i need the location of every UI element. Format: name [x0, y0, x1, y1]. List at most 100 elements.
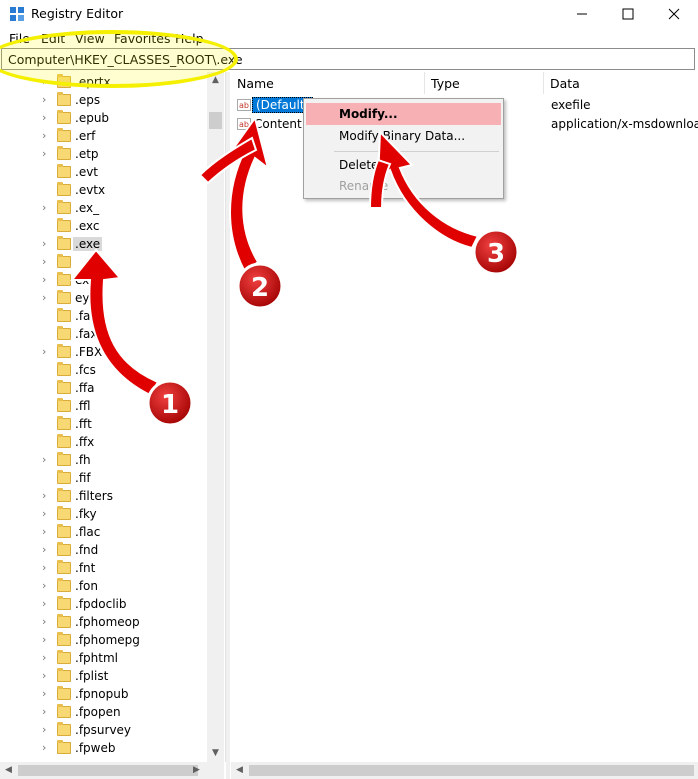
tree-vertical-scrollbar[interactable]: ▲ ▼ — [207, 72, 224, 762]
tree-item[interactable]: .ffx — [0, 433, 208, 451]
chevron-right-icon[interactable]: › — [42, 346, 52, 358]
tree-item[interactable]: › .FBX — [0, 343, 208, 361]
column-header-name[interactable]: Name — [231, 72, 424, 94]
tree-item[interactable]: › .fplist — [0, 667, 208, 685]
chevron-right-icon[interactable]: › — [42, 274, 52, 286]
menu-modify[interactable]: Modify... — [306, 103, 501, 125]
tree-item[interactable]: › .fpnopub — [0, 685, 208, 703]
chevron-right-icon[interactable]: › — [42, 526, 52, 538]
key-tree[interactable]: › .eprtx › .eps › .epub › .erf › .etp .evt .evtx › .e… — [0, 72, 226, 762]
menu-modify-binary-data[interactable]: Modify Binary Data... — [306, 125, 501, 147]
tree-item[interactable]: .exc — [0, 217, 208, 235]
chevron-right-icon[interactable]: › — [42, 652, 52, 664]
chevron-right-icon[interactable]: › — [42, 742, 52, 754]
folder-icon — [57, 362, 71, 376]
tree-item[interactable]: .evtx — [0, 181, 208, 199]
menu-file[interactable]: File — [9, 31, 30, 46]
tree-item[interactable]: .fft — [0, 415, 208, 433]
chevron-right-icon[interactable]: › — [42, 508, 52, 520]
tree-item[interactable]: › .filters — [0, 487, 208, 505]
menu-view[interactable]: View — [75, 31, 105, 46]
tree-item[interactable]: .evt — [0, 163, 208, 181]
scroll-right-icon[interactable]: ▶ — [188, 762, 205, 779]
tree-item[interactable]: › .fh — [0, 451, 208, 469]
scroll-thumb[interactable] — [18, 765, 198, 776]
chevron-right-icon[interactable]: › — [42, 238, 52, 250]
chevron-right-icon[interactable]: › — [42, 616, 52, 628]
maximize-button[interactable] — [605, 0, 651, 28]
chevron-right-icon[interactable]: › — [42, 94, 52, 106]
tree-item[interactable]: › — [0, 253, 208, 271]
tree-item[interactable]: › .eprtx — [0, 73, 208, 91]
folder-icon — [57, 668, 71, 682]
chevron-right-icon[interactable]: › — [42, 490, 52, 502]
chevron-right-icon[interactable]: › — [42, 292, 52, 304]
chevron-right-icon[interactable]: › — [42, 706, 52, 718]
tree-item[interactable]: › .fphtml — [0, 649, 208, 667]
scroll-down-icon[interactable]: ▼ — [207, 745, 224, 762]
menu-help[interactable]: Help — [175, 31, 204, 46]
tree-item[interactable]: › .erf — [0, 127, 208, 145]
tree-item[interactable]: › .ex_ — [0, 199, 208, 217]
tree-item[interactable]: .fif — [0, 469, 208, 487]
chevron-right-icon[interactable]: › — [42, 562, 52, 574]
chevron-right-icon[interactable]: › — [42, 148, 52, 160]
tree-item[interactable]: .ffa — [0, 379, 208, 397]
address-bar[interactable]: Computer\HKEY_CLASSES_ROOT\.exe — [1, 48, 695, 70]
tree-item[interactable]: .faq — [0, 307, 208, 325]
tree-item[interactable]: › .eps — [0, 91, 208, 109]
folder-icon — [57, 740, 71, 754]
scroll-left-icon[interactable]: ◀ — [231, 762, 248, 779]
chevron-right-icon[interactable]: › — [42, 724, 52, 736]
folder-icon — [57, 650, 71, 664]
tree-item[interactable]: › .epub — [0, 109, 208, 127]
chevron-right-icon[interactable]: › — [42, 202, 52, 214]
tree-horizontal-scrollbar[interactable]: ◀ ▶ — [0, 762, 224, 779]
scroll-thumb[interactable] — [249, 765, 694, 776]
chevron-right-icon[interactable]: › — [42, 454, 52, 466]
scroll-left-icon[interactable]: ◀ — [0, 762, 17, 779]
tree-item[interactable]: › .fphomeop — [0, 613, 208, 631]
chevron-right-icon[interactable]: › — [42, 580, 52, 592]
tree-item[interactable]: .fcs — [0, 361, 208, 379]
chevron-right-icon[interactable]: › — [42, 670, 52, 682]
chevron-right-icon[interactable]: › — [42, 598, 52, 610]
list-horizontal-scrollbar[interactable]: ◀ — [231, 762, 698, 779]
scroll-up-icon[interactable]: ▲ — [207, 72, 224, 89]
tree-item[interactable]: › .fpsurvey — [0, 721, 208, 739]
scroll-thumb[interactable] — [209, 112, 222, 129]
chevron-right-icon[interactable]: › — [42, 634, 52, 646]
tree-item[interactable]: › .fnd — [0, 541, 208, 559]
chevron-right-icon[interactable]: › — [42, 688, 52, 700]
tree-item[interactable]: › .fnt — [0, 559, 208, 577]
chevron-right-icon[interactable]: › — [42, 76, 52, 88]
tree-item[interactable]: .ffl — [0, 397, 208, 415]
tree-item-label: .fft — [75, 417, 92, 431]
tree-item[interactable]: .fax — [0, 325, 208, 343]
tree-item[interactable]: › ext — [0, 271, 208, 289]
tree-item[interactable]: › .flac — [0, 523, 208, 541]
tree-item[interactable]: › ey — [0, 289, 208, 307]
tree-item[interactable]: › .fky — [0, 505, 208, 523]
tree-item[interactable]: › .fpopen — [0, 703, 208, 721]
chevron-right-icon[interactable]: › — [42, 112, 52, 124]
tree-item[interactable]: › .fpdoclib — [0, 595, 208, 613]
tree-item[interactable]: › .etp — [0, 145, 208, 163]
menu-favorites[interactable]: Favorites — [114, 31, 170, 46]
menu-edit[interactable]: Edit — [41, 31, 65, 46]
tree-item[interactable]: › .fphomepg — [0, 631, 208, 649]
menu-delete[interactable]: Delete — [306, 154, 501, 176]
column-header-type[interactable]: Type — [425, 72, 543, 94]
minimize-button[interactable] — [559, 0, 605, 28]
tree-item[interactable]: › .exe — [0, 235, 208, 253]
tree-item[interactable]: › .fpweb — [0, 739, 208, 757]
chevron-right-icon[interactable]: › — [42, 544, 52, 556]
tree-item[interactable]: › .fon — [0, 577, 208, 595]
chevron-right-icon[interactable]: › — [42, 256, 52, 268]
tree-item-label: .fphomepg — [75, 633, 140, 647]
pane-splitter[interactable] — [226, 72, 230, 779]
column-header-data[interactable]: Data — [544, 72, 698, 94]
tree-item-label: .fh — [75, 453, 91, 467]
close-button[interactable] — [651, 0, 697, 28]
chevron-right-icon[interactable]: › — [42, 130, 52, 142]
